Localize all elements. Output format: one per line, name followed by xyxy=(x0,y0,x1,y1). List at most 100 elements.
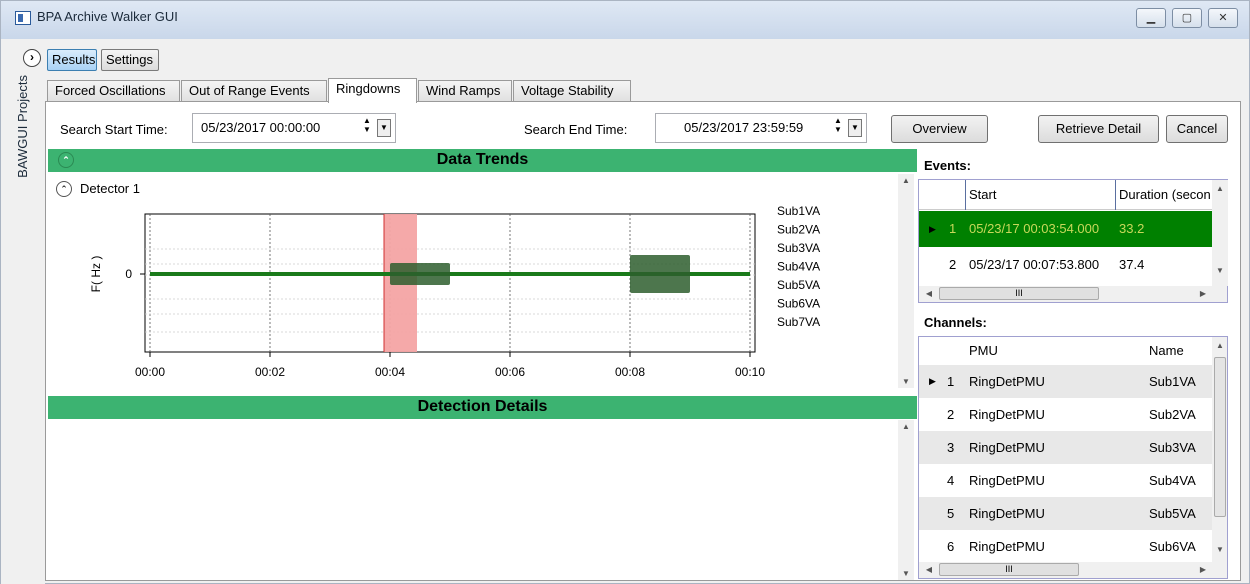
expand-projects-button[interactable]: › xyxy=(23,49,41,67)
results-button[interactable]: Results xyxy=(47,49,97,71)
close-button[interactable]: ✕ xyxy=(1208,8,1238,28)
events-scroll-up-icon[interactable]: ▲ xyxy=(1212,184,1228,193)
settings-button[interactable]: Settings xyxy=(101,49,159,71)
window-title: BPA Archive Walker GUI xyxy=(37,9,178,24)
events-col-duration[interactable]: Duration (secon xyxy=(1115,180,1211,210)
table-row[interactable]: ▶ 1 RingDetPMU Sub1VA xyxy=(919,365,1212,398)
y-tick-label: 0 xyxy=(125,267,132,281)
events-heading: Events: xyxy=(924,158,971,173)
x-tick-label: 00:06 xyxy=(495,365,525,379)
channel-name: Sub6VA xyxy=(1149,539,1196,554)
end-spin-icon[interactable]: ▲ ▼ xyxy=(832,116,844,134)
table-row[interactable]: 2 05/23/17 00:07:53.800 37.4 xyxy=(919,247,1212,283)
table-row[interactable]: 5 RingDetPMU Sub5VA xyxy=(919,497,1212,530)
search-end-label: Search End Time: xyxy=(524,122,628,137)
channel-num: 6 xyxy=(947,539,955,554)
channels-vscroll-thumb[interactable] xyxy=(1214,357,1226,517)
channels-header-row: PMU Name xyxy=(919,337,1212,365)
legend-entry: Sub1VA xyxy=(777,204,820,218)
minimize-button[interactable]: ▁ xyxy=(1136,8,1166,28)
channels-scroll-up-icon[interactable]: ▲ xyxy=(1212,341,1227,350)
event-duration: 33.2 xyxy=(1119,221,1145,236)
details-scroll-down-icon[interactable]: ▼ xyxy=(898,569,914,578)
overview-button[interactable]: Overview xyxy=(891,115,988,143)
x-tick-label: 00:00 xyxy=(135,365,165,379)
ringdowns-panel: Search Start Time: 05/23/2017 00:00:00 ▲… xyxy=(45,101,1241,581)
table-row[interactable]: 4 RingDetPMU Sub4VA xyxy=(919,464,1212,497)
row-pointer-icon: ▶ xyxy=(929,376,936,386)
details-scrollbar[interactable]: ▲ ▼ xyxy=(898,420,914,580)
event-num: 1 xyxy=(949,221,957,236)
event-num: 2 xyxy=(949,257,957,272)
tab-ringdowns[interactable]: Ringdowns xyxy=(328,78,417,103)
channel-pmu: RingDetPMU xyxy=(969,440,1045,455)
projects-label[interactable]: BAWGUI Projects xyxy=(15,75,30,178)
event-duration: 37.4 xyxy=(1119,257,1145,272)
details-scroll-up-icon[interactable]: ▲ xyxy=(898,422,914,431)
events-header-row: Start Duration (secon xyxy=(919,180,1212,210)
maximize-button[interactable]: ▢ xyxy=(1172,8,1202,28)
events-scroll-down-icon[interactable]: ▼ xyxy=(1212,266,1228,275)
legend-entry: Sub4VA xyxy=(777,260,820,274)
events-hscroll-thumb[interactable]: III xyxy=(939,287,1099,300)
events-scroll-left-icon[interactable]: ◀ xyxy=(921,289,937,298)
cancel-button[interactable]: Cancel xyxy=(1166,115,1228,143)
oscillation-burst xyxy=(630,255,690,293)
channel-name: Sub2VA xyxy=(1149,407,1196,422)
tab-voltage-stability[interactable]: Voltage Stability xyxy=(513,80,631,102)
table-row[interactable]: 3 RingDetPMU Sub3VA xyxy=(919,431,1212,464)
channel-num: 3 xyxy=(947,440,955,455)
table-row[interactable]: 6 RingDetPMU Sub6VA xyxy=(919,530,1212,563)
channel-name: Sub1VA xyxy=(1149,374,1196,389)
channel-name: Sub4VA xyxy=(1149,473,1196,488)
collapse-detector-icon[interactable]: ⌃ xyxy=(56,181,72,197)
channel-pmu: RingDetPMU xyxy=(969,374,1045,389)
channels-scroll-right-icon[interactable]: ▶ xyxy=(1195,565,1211,574)
channels-hscroll[interactable]: ◀ III ▶ xyxy=(919,562,1227,578)
collapse-trends-icon[interactable]: ⌃ xyxy=(58,152,74,168)
end-dropdown-icon[interactable]: ▼ xyxy=(848,119,862,137)
channels-heading: Channels: xyxy=(924,315,987,330)
channels-scroll-down-icon[interactable]: ▼ xyxy=(1212,545,1227,554)
scroll-up-icon[interactable]: ▲ xyxy=(898,176,914,185)
data-trends-title: Data Trends xyxy=(436,151,529,168)
search-start-input[interactable]: 05/23/2017 00:00:00 ▲ ▼ ▼ xyxy=(192,113,396,143)
start-dropdown-icon[interactable]: ▼ xyxy=(377,119,391,137)
tab-wind-ramps[interactable]: Wind Ramps xyxy=(418,80,512,102)
channels-col-name[interactable]: Name xyxy=(1149,337,1184,365)
table-row[interactable]: ▶ 1 05/23/17 00:03:54.000 33.2 xyxy=(919,211,1212,247)
events-vscroll[interactable]: ▲ ▼ xyxy=(1212,180,1228,286)
x-tick-label: 00:04 xyxy=(375,365,405,379)
channels-hscroll-thumb[interactable]: III xyxy=(939,563,1079,576)
tab-out-of-range-events[interactable]: Out of Range Events xyxy=(181,80,327,102)
events-hscroll[interactable]: ◀ III ▶ xyxy=(919,286,1227,302)
legend-entry: Sub3VA xyxy=(777,241,820,255)
scroll-down-icon[interactable]: ▼ xyxy=(898,377,914,386)
channel-num: 5 xyxy=(947,506,955,521)
search-end-input[interactable]: 05/23/2017 23:59:59 ▲ ▼ ▼ xyxy=(655,113,867,143)
table-row[interactable]: 2 RingDetPMU Sub2VA xyxy=(919,398,1212,431)
channels-vscroll[interactable]: ▲ ▼ xyxy=(1212,337,1227,562)
trends-scrollbar[interactable]: ▲ ▼ xyxy=(898,174,914,388)
event-start: 05/23/17 00:03:54.000 xyxy=(969,221,1100,236)
search-end-value: 05/23/2017 23:59:59 xyxy=(684,120,804,135)
tab-forced-oscillations[interactable]: Forced Oscillations xyxy=(47,80,180,102)
start-spin-icon[interactable]: ▲ ▼ xyxy=(361,116,373,134)
channel-num: 1 xyxy=(947,374,955,389)
events-scroll-right-icon[interactable]: ▶ xyxy=(1195,289,1211,298)
x-tick-label: 00:08 xyxy=(615,365,645,379)
detection-details-header: Detection Details xyxy=(48,396,917,419)
search-start-label: Search Start Time: xyxy=(60,122,168,137)
channels-scroll-left-icon[interactable]: ◀ xyxy=(921,565,937,574)
events-col-start[interactable]: Start xyxy=(965,180,1115,210)
x-tick-label: 00:02 xyxy=(255,365,285,379)
legend-entry: Sub5VA xyxy=(777,278,820,292)
retrieve-detail-button[interactable]: Retrieve Detail xyxy=(1038,115,1159,143)
channel-pmu: RingDetPMU xyxy=(969,407,1045,422)
channel-pmu: RingDetPMU xyxy=(969,473,1045,488)
events-grid: Start Duration (secon ▶ 1 05/23/17 00:03… xyxy=(918,179,1228,303)
channel-pmu: RingDetPMU xyxy=(969,506,1045,521)
detector-label: Detector 1 xyxy=(80,181,140,196)
channel-name: Sub5VA xyxy=(1149,506,1196,521)
channels-col-pmu[interactable]: PMU xyxy=(969,337,998,365)
